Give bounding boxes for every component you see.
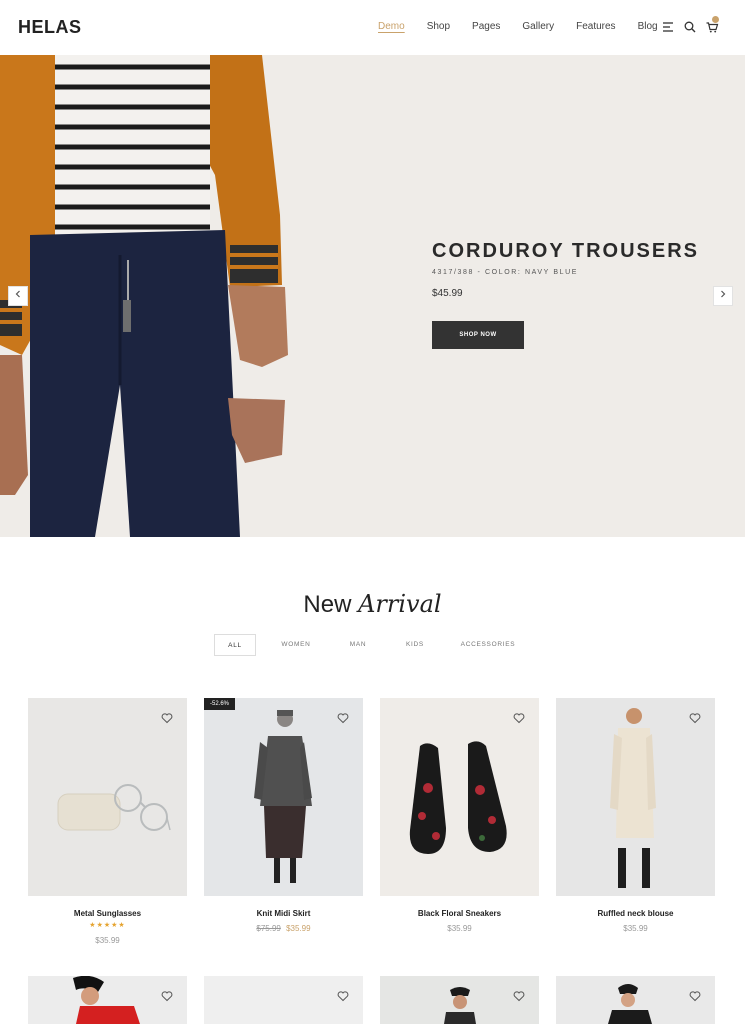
product-image[interactable] [380,698,539,896]
main-nav: Demo Shop Pages Gallery Features Blog [378,21,680,32]
product-image[interactable] [380,976,539,1024]
section-title-new: New [303,591,352,618]
product-image[interactable] [556,698,715,896]
knit-skirt-model-image [254,710,312,883]
nav-item-shop[interactable]: Shop [427,21,450,32]
filter-man[interactable]: MAN [342,634,374,656]
product-image[interactable] [28,976,187,1024]
product-price: $35.99 [95,936,120,945]
hero-sku: 4317/388 - COLOR: NAVY BLUE [432,269,579,276]
section-title-arrival: Arrival [358,590,442,618]
section-title: New Arrival [0,590,745,619]
product-name[interactable]: Metal Sunglasses [28,909,187,918]
filter-all[interactable]: ALL [214,634,256,656]
product-image[interactable] [204,976,363,1024]
heart-icon[interactable] [161,712,173,724]
heart-icon[interactable] [513,712,525,724]
search-icon[interactable] [683,20,697,34]
product-card[interactable] [28,976,187,1024]
nav-item-demo[interactable]: Demo [378,21,405,32]
nav-item-pages[interactable]: Pages [472,21,500,32]
product-card[interactable]: Black Floral Sneakers $35.99 [380,698,539,933]
heart-icon[interactable] [337,990,349,1002]
nav-item-blog[interactable]: Blog [638,21,658,32]
product-card[interactable] [204,976,363,1024]
product-price: $35.99 [623,924,648,933]
chevron-right-icon [721,290,726,298]
filter-women[interactable]: WOMEN [276,634,316,656]
slider-prev-button[interactable] [8,286,28,306]
menu-icon[interactable] [661,20,675,34]
heart-icon[interactable] [513,990,525,1002]
site-header: HELAS Demo Shop Pages Gallery Features B… [0,0,745,55]
cart-count-badge [712,16,719,23]
nav-item-features[interactable]: Features [576,21,615,32]
chevron-left-icon [15,290,20,298]
slider-next-button[interactable] [713,286,733,306]
hero-slider: CORDUROY TROUSERS 4317/388 - COLOR: NAVY… [0,55,745,537]
heart-icon[interactable] [689,990,701,1002]
product-filter-bar: ALL WOMEN MAN KIDS ACCESSORIES [0,634,745,656]
product-price: $35.99 [447,924,472,933]
product-price-group: $75.99 $35.99 [204,924,363,933]
heart-icon[interactable] [337,712,349,724]
floral-sneakers-image [409,741,507,854]
product-card[interactable] [556,976,715,1024]
sunglasses-image [57,784,171,831]
heart-icon[interactable] [161,990,173,1002]
product-image[interactable] [28,698,187,896]
product-card[interactable]: Metal Sunglasses ★★★★★ $35.99 [28,698,187,945]
product-card[interactable]: -52.6% Knit Midi Skirt $75.99 $35.99 [204,698,363,933]
ruffled-blouse-model-image [610,708,656,888]
hero-price: $45.99 [432,288,463,299]
filter-kids[interactable]: KIDS [400,634,430,656]
discount-badge: -52.6% [204,698,236,710]
product-card[interactable]: Ruffled neck blouse $35.99 [556,698,715,933]
hero-title: CORDUROY TROUSERS [432,240,699,262]
product-name[interactable]: Knit Midi Skirt [204,909,363,918]
rating-stars: ★★★★★ [89,922,126,929]
site-logo[interactable]: HELAS [18,17,82,38]
heart-icon[interactable] [689,712,701,724]
product-image[interactable]: -52.6% [204,698,363,896]
product-name[interactable]: Ruffled neck blouse [556,909,715,918]
hero-model-image [0,55,288,537]
old-price: $75.99 [256,924,281,933]
nav-item-gallery[interactable]: Gallery [522,21,554,32]
filter-accessories[interactable]: ACCESSORIES [458,634,518,656]
shop-now-button[interactable]: SHOP NOW [432,321,524,349]
product-image[interactable] [556,976,715,1024]
product-name[interactable]: Black Floral Sneakers [380,909,539,918]
sale-price: $35.99 [286,924,311,933]
product-card[interactable] [380,976,539,1024]
